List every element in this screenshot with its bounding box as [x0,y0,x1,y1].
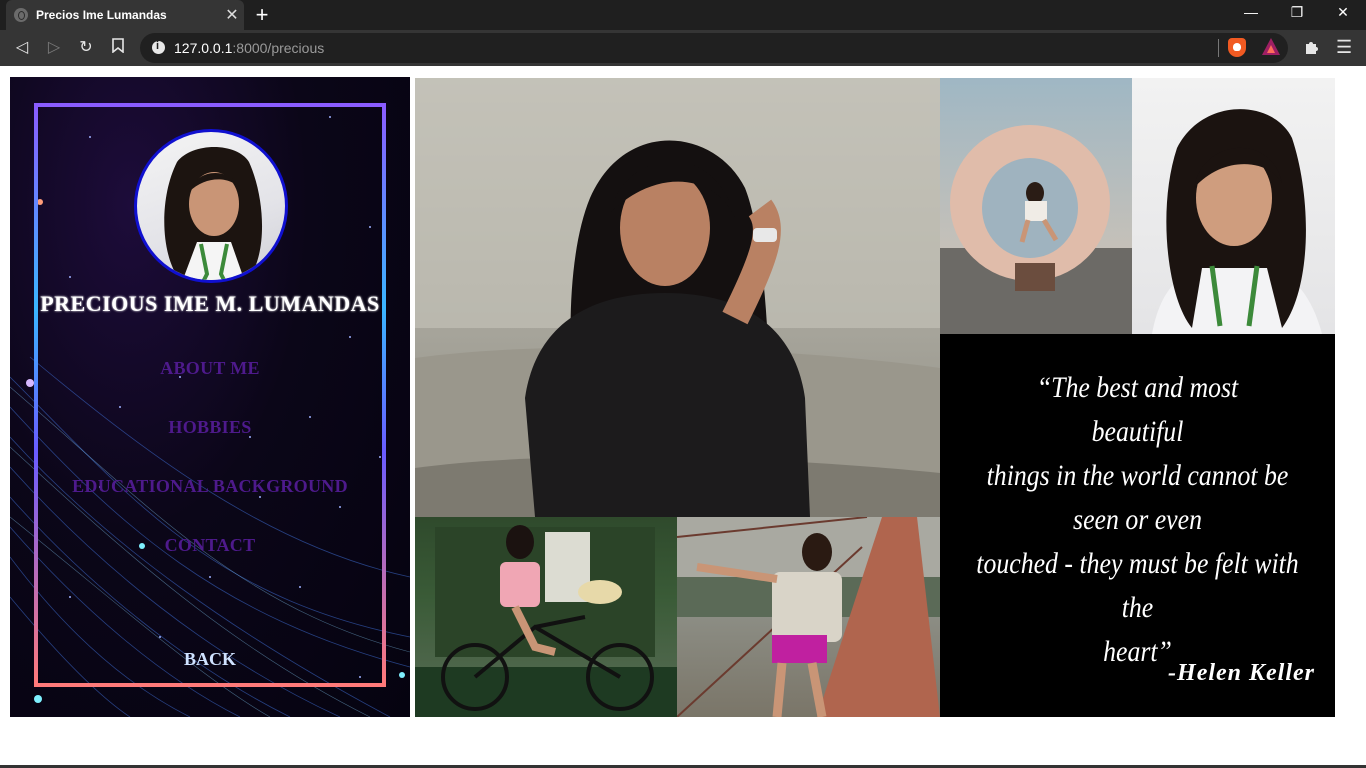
browser-toolbar: ◁ ▷ ↻ 127.0.0.1:8000/precious [0,30,1366,66]
quote-line: beautiful [1091,415,1184,448]
quote-line: seen or even [1073,503,1202,536]
reload-icon[interactable]: ↻ [74,37,98,57]
bridge-photo [677,517,940,717]
profile-name: PRECIOUS IME M. LUMANDAS [40,291,380,316]
profile-avatar [134,129,288,283]
extensions-icon[interactable] [1304,39,1320,60]
nav-link-contact[interactable]: CONTACT [10,535,410,556]
divider [1218,39,1219,57]
quote-panel: “The best and most beautiful things in t… [940,334,1335,717]
brave-rewards-icon[interactable] [1262,38,1280,55]
tab-title: Precios Ime Lumandas [36,8,167,22]
quote-author: -Helen Keller [1168,660,1315,686]
bookmark-icon[interactable] [106,38,130,56]
nav-link-educational-background[interactable]: EDUCATIONAL BACKGROUND [10,476,410,497]
back-link[interactable]: BACK [10,649,410,670]
tab-close-icon[interactable]: ✕ [224,5,240,25]
quote-line: touched - they must be felt with the [976,547,1299,624]
bicycle-photo [415,517,677,717]
close-window-button[interactable]: ✕ [1320,4,1366,21]
quote-line: “The best and most [1036,371,1239,404]
sculpture-photo [940,78,1132,334]
forward-arrow-icon[interactable]: ▷ [42,37,66,57]
nav-link-hobbies[interactable]: HOBBIES [10,417,410,438]
selfie-photo [1132,78,1335,334]
minimize-button[interactable]: — [1228,4,1274,20]
address-bar[interactable]: 127.0.0.1:8000/precious [140,33,1288,63]
quote-text: “The best and most beautiful things in t… [968,366,1308,674]
nav-link-about-me[interactable]: ABOUT ME [10,358,410,379]
new-tab-button[interactable]: + [252,2,272,28]
browser-tab[interactable]: Precios Ime Lumandas ✕ [6,0,244,30]
portrait-photo-main [415,78,940,517]
sidebar-panel: PRECIOUS IME M. LUMANDAS ABOUT ME HOBBIE… [10,77,410,717]
globe-icon [14,8,28,22]
browser-tab-bar: Precios Ime Lumandas ✕ + — ❐ ✕ [0,0,1366,30]
site-info-icon[interactable] [152,40,165,54]
brave-shields-icon[interactable] [1228,38,1246,57]
restore-button[interactable]: ❐ [1274,4,1320,21]
back-arrow-icon[interactable]: ◁ [10,37,34,57]
quote-line: things in the world cannot be [986,459,1289,492]
url-text: 127.0.0.1:8000/precious [174,40,325,56]
menu-icon[interactable]: ☰ [1336,37,1352,58]
